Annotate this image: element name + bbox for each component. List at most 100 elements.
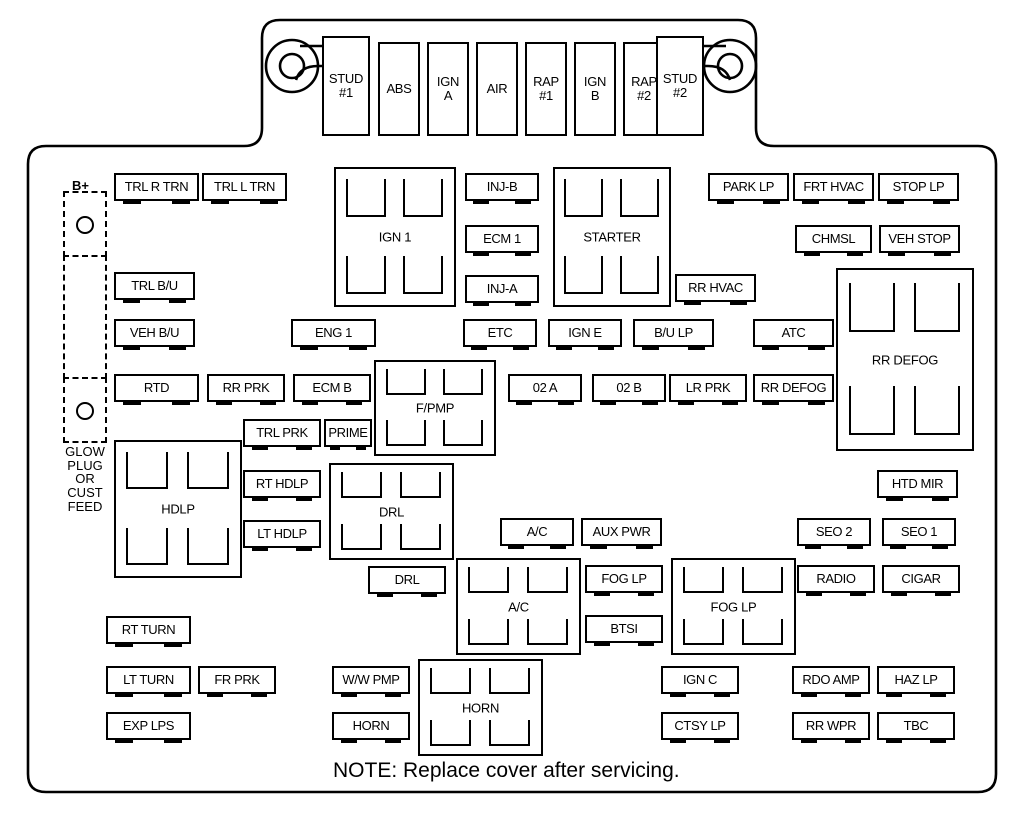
fuse-etc[interactable]: ETC (463, 319, 537, 350)
relay-label: DRL (378, 504, 405, 519)
fuse-rr-wpr[interactable]: RR WPR (792, 712, 870, 743)
relay-fog-lp[interactable]: FOG LP (671, 558, 796, 655)
top-fuse-ign-b[interactable]: IGN B (574, 42, 616, 136)
fuse-w-w-pmp[interactable]: W/W PMP (332, 666, 410, 697)
fuse-rr-prk[interactable]: RR PRK (207, 374, 285, 405)
fuse-rtd[interactable]: RTD (114, 374, 199, 405)
fuse-veh-b-u[interactable]: VEH B/U (114, 319, 195, 350)
fuse-tbc[interactable]: TBC (877, 712, 955, 743)
service-note: NOTE: Replace cover after servicing. (333, 759, 680, 782)
relay-hdlp[interactable]: HDLP (114, 440, 242, 578)
relay-starter[interactable]: STARTER (553, 167, 671, 307)
fuse-inj-b[interactable]: INJ-B (465, 173, 539, 204)
fuse-chmsl[interactable]: CHMSL (795, 225, 872, 256)
relay-terminal-pad (187, 452, 229, 489)
relay-terminal-pad (403, 256, 443, 294)
fuse-cigar[interactable]: CIGAR (882, 565, 960, 596)
fuse-trl-l-trn[interactable]: TRL L TRN (202, 173, 287, 204)
relay-label: FOG LP (710, 599, 757, 614)
top-fuse-abs[interactable]: ABS (378, 42, 420, 136)
fuse-inj-a[interactable]: INJ-A (465, 275, 539, 306)
top-fuse-ign-a[interactable]: IGN A (427, 42, 469, 136)
relay-f-pmp[interactable]: F/PMP (374, 360, 496, 456)
relay-a-c[interactable]: A/C (456, 558, 581, 655)
fuse-exp-lps[interactable]: EXP LPS (106, 712, 191, 743)
relay-terminal-pad (126, 528, 168, 565)
fuse-haz-lp[interactable]: HAZ LP (877, 666, 955, 697)
relay-terminal-pad (489, 720, 530, 746)
relay-horn[interactable]: HORN (418, 659, 543, 756)
top-fuse-rap-1[interactable]: RAP #1 (525, 42, 567, 136)
relay-terminal-pad (468, 567, 509, 593)
fuse-radio[interactable]: RADIO (797, 565, 875, 596)
fuse-rt-turn[interactable]: RT TURN (106, 616, 191, 647)
relay-terminal-pad (386, 420, 426, 446)
fuse-aux-pwr[interactable]: AUX PWR (581, 518, 662, 549)
fuse-rr-defog[interactable]: RR DEFOG (753, 374, 834, 405)
fuse-frt-hvac[interactable]: FRT HVAC (793, 173, 874, 204)
relay-terminal-pad (430, 720, 471, 746)
fuse-lt-hdlp[interactable]: LT HDLP (243, 520, 321, 551)
fuse-trl-r-trn[interactable]: TRL R TRN (114, 173, 199, 204)
relay-terminal-pad (742, 619, 783, 645)
fuse-ecm-b[interactable]: ECM B (293, 374, 371, 405)
relay-drl[interactable]: DRL (329, 463, 454, 560)
top-fuse-stud-2[interactable]: STUD #2 (656, 36, 704, 136)
fuse-prime[interactable]: PRIME (324, 419, 372, 450)
relay-terminal-pad (187, 528, 229, 565)
relay-rr-defog[interactable]: RR DEFOG (836, 268, 974, 451)
fuse-horn[interactable]: HORN (332, 712, 410, 743)
fuse-b-u-lp[interactable]: B/U LP (633, 319, 714, 350)
fuse-a-c[interactable]: A/C (500, 518, 574, 549)
terminal-hole-top (76, 216, 94, 234)
relay-terminal-pad (468, 619, 509, 645)
fuse-02-a[interactable]: 02 A (508, 374, 582, 405)
top-fuse-stud-1[interactable]: STUD #1 (322, 36, 370, 136)
fuse-atc[interactable]: ATC (753, 319, 834, 350)
fuse-ctsy-lp[interactable]: CTSY LP (661, 712, 739, 743)
fuse-eng-1[interactable]: ENG 1 (291, 319, 376, 350)
relay-label: F/PMP (415, 400, 455, 416)
top-fuse-air[interactable]: AIR (476, 42, 518, 136)
fuse-trl-prk[interactable]: TRL PRK (243, 419, 321, 450)
relay-terminal-pad (443, 369, 483, 395)
fuse-box-diagram: B+ GLOW PLUG OR CUST FEED STUD #1 ABS IGN … (0, 0, 1024, 814)
fuse-trl-b-u[interactable]: TRL B/U (114, 272, 195, 303)
fuse-02-b[interactable]: 02 B (592, 374, 666, 405)
fuse-btsi[interactable]: BTSI (585, 615, 663, 646)
fuse-lt-turn[interactable]: LT TURN (106, 666, 191, 697)
fuse-rt-hdlp[interactable]: RT HDLP (243, 470, 321, 501)
fuse-fog-lp[interactable]: FOG LP (585, 565, 663, 596)
relay-terminal-pad (386, 369, 426, 395)
glow-plug-middle-section (63, 255, 107, 379)
fuse-ign-c[interactable]: IGN C (661, 666, 739, 697)
relay-label: HORN (461, 700, 500, 715)
fuse-htd-mir[interactable]: HTD MIR (877, 470, 958, 501)
relay-terminal-pad (620, 179, 659, 217)
fuse-stop-lp[interactable]: STOP LP (878, 173, 959, 204)
relay-terminal-pad (849, 283, 895, 332)
relay-terminal-pad (443, 420, 483, 446)
fuse-seo-2[interactable]: SEO 2 (797, 518, 871, 549)
fuse-rr-hvac[interactable]: RR HVAC (675, 274, 756, 305)
fuse-rdo-amp[interactable]: RDO AMP (792, 666, 870, 697)
relay-label: STARTER (583, 229, 641, 245)
fuse-park-lp[interactable]: PARK LP (708, 173, 789, 204)
fuse-ecm-1[interactable]: ECM 1 (465, 225, 539, 256)
relay-terminal-pad (346, 256, 386, 294)
relay-terminal-pad (683, 619, 724, 645)
relay-terminal-pad (620, 256, 659, 294)
relay-ign-1[interactable]: IGN 1 (334, 167, 456, 307)
relay-terminal-pad (564, 256, 603, 294)
relay-terminal-pad (430, 668, 471, 694)
relay-terminal-pad (341, 524, 382, 550)
fuse-ign-e[interactable]: IGN E (548, 319, 622, 350)
relay-terminal-pad (489, 668, 530, 694)
fuse-fr-prk[interactable]: FR PRK (198, 666, 276, 697)
fuse-drl[interactable]: DRL (368, 566, 446, 597)
fuse-lr-prk[interactable]: LR PRK (669, 374, 747, 405)
fuse-veh-stop[interactable]: VEH STOP (879, 225, 960, 256)
glow-plug-caption: GLOW PLUG OR CUST FEED (65, 444, 105, 514)
fuse-seo-1[interactable]: SEO 1 (882, 518, 956, 549)
relay-terminal-pad (742, 567, 783, 593)
